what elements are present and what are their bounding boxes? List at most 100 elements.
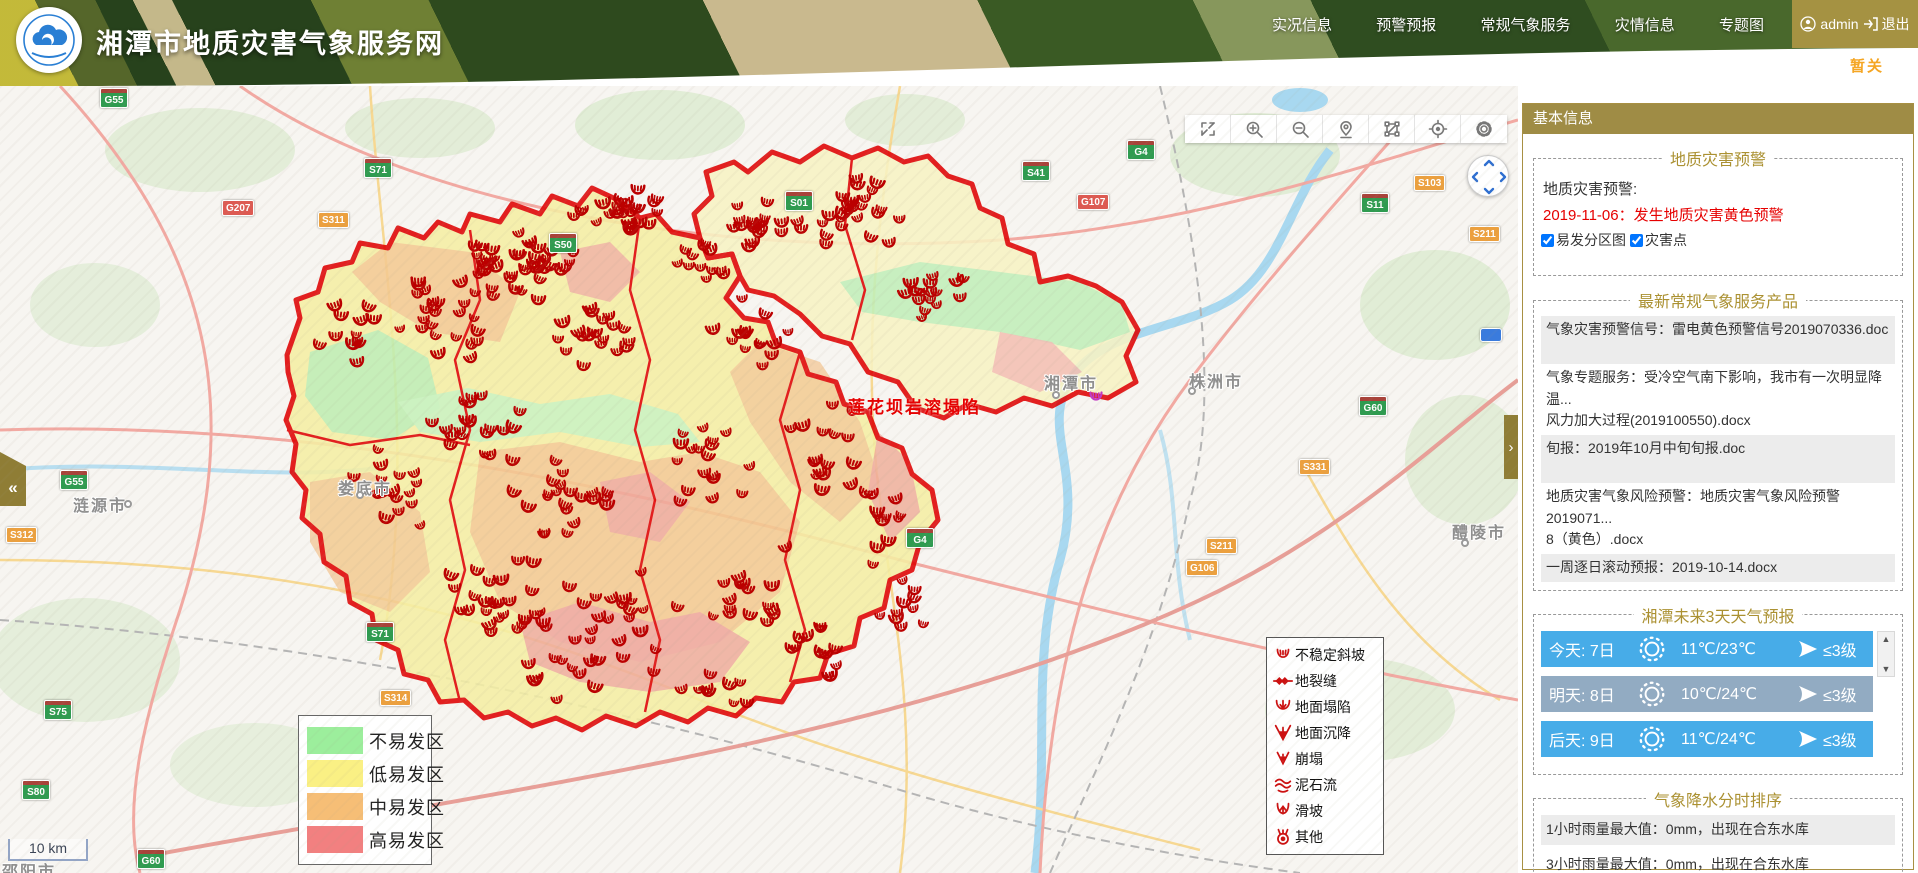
road-shield-S331: S331 xyxy=(1299,459,1330,475)
wind-direction-icon xyxy=(1797,729,1819,749)
draw-area-icon xyxy=(1382,119,1402,139)
zone-legend-row: 低易发区 xyxy=(307,757,423,790)
city-dot xyxy=(1188,387,1196,395)
city-dot xyxy=(124,500,132,508)
road-shield-S11: S11 xyxy=(1361,193,1389,213)
hazard-legend-row: 地裂缝 xyxy=(1271,668,1379,694)
product-item[interactable]: 气象灾害预警信号：雷电黄色预警信号2019070336.doc xyxy=(1541,316,1895,364)
ground-subsidence-icon xyxy=(1271,721,1295,745)
zone-label: 高易发区 xyxy=(369,827,445,853)
forecast-temp: 11℃/24℃ xyxy=(1681,729,1797,749)
product-item[interactable]: 气象专题服务：受冷空气南下影响，我市有一次明显降温...风力加大过程(20191… xyxy=(1541,364,1895,435)
road-shield-G106: G106 xyxy=(1186,560,1218,576)
tool-draw-area-button[interactable] xyxy=(1369,115,1415,143)
rainfall-list: 1小时雨量最大值：0mm，出现在合东水库 3小时雨量最大值：0mm，出现在合东水库… xyxy=(1541,815,1895,873)
forecast-row[interactable]: 后天: 9日11℃/24℃≤3级 xyxy=(1541,721,1873,757)
road-shield-S71: S71 xyxy=(366,622,394,642)
forecast-weather-icon xyxy=(1637,724,1681,754)
checkbox-label: 易发分区图 xyxy=(1556,230,1626,250)
my-location-icon xyxy=(1428,119,1448,139)
nav-item-2[interactable]: 常规气象服务 xyxy=(1480,14,1570,35)
rainfall-item: 3小时雨量最大值：0mm，出现在合东水库 xyxy=(1541,850,1895,873)
geo-warning-panel-title: 地质灾害预警 xyxy=(1662,146,1774,170)
logout-icon xyxy=(1863,17,1878,31)
hazard-type-legend: 不稳定斜坡地裂缝地面塌陷地面沉降崩塌泥石流滑坡其他 xyxy=(1266,637,1384,855)
zone-legend-row: 中易发区 xyxy=(307,790,423,823)
hazard-legend-row: 滑坡 xyxy=(1271,798,1379,824)
tool-zoom-in-button[interactable] xyxy=(1231,115,1277,143)
user-menu[interactable]: admin 退出 xyxy=(1792,0,1918,48)
forecast-scrollbar[interactable]: ▲▼ xyxy=(1877,631,1895,677)
road-shield-G55: G55 xyxy=(100,88,128,108)
road-shield-G55: G55 xyxy=(60,470,88,490)
nav-item-3[interactable]: 灾情信息 xyxy=(1615,14,1675,35)
forecast-weather-icon xyxy=(1637,679,1681,709)
layer-checkboxes: 易发分区图灾害点 xyxy=(1541,228,1895,252)
road-shield-G4: G4 xyxy=(906,528,934,548)
sunny-icon xyxy=(1637,634,1667,664)
notice-ticker: 暂关 xyxy=(1850,55,1884,76)
hazard-legend-row: 地面沉降 xyxy=(1271,720,1379,746)
road-shield-S211: S211 xyxy=(1206,538,1237,554)
user-icon xyxy=(1800,16,1816,32)
hazard-label: 地面沉降 xyxy=(1295,723,1351,743)
nav-item-1[interactable]: 预警预报 xyxy=(1376,14,1436,35)
risk-zone-overlay xyxy=(286,146,1138,730)
tool-my-location-button[interactable] xyxy=(1415,115,1461,143)
map-canvas[interactable]: 莲花坝岩溶塌陷 涟源市娄底市湘潭市株洲市醴陵市邵阳市 G55G207S311S7… xyxy=(0,86,1518,873)
zone-legend-row: 高易发区 xyxy=(307,823,423,856)
product-item-text: 旬报：2019年10月中旬旬报.doc xyxy=(1546,438,1890,460)
products-panel: 最新常规气象服务产品 气象灾害预警信号：雷电黄色预警信号2019070336.d… xyxy=(1533,288,1903,591)
checkbox-input[interactable] xyxy=(1541,234,1554,247)
tool-settings-button[interactable] xyxy=(1461,115,1507,143)
logout-button[interactable]: 退出 xyxy=(1882,14,1910,34)
forecast-weather-icon xyxy=(1637,634,1681,664)
tool-zoom-out-button[interactable] xyxy=(1277,115,1323,143)
fullscreen-icon xyxy=(1198,119,1218,139)
checkbox-易发分区图[interactable]: 易发分区图 xyxy=(1541,230,1626,250)
tool-locate-pin-button[interactable] xyxy=(1323,115,1369,143)
product-item[interactable]: 一周逐日滚动预报：2019-10-14.docx xyxy=(1541,554,1895,582)
username: admin xyxy=(1820,16,1858,32)
scroll-up-arrow[interactable]: ▲ xyxy=(1882,634,1891,644)
city-label-醴陵市: 醴陵市 xyxy=(1452,519,1506,543)
pan-arrows-icon xyxy=(1468,156,1510,198)
product-item[interactable]: 地质灾害气象风险预警：地质灾害气象风险预警2019071...8（黄色）.doc… xyxy=(1541,483,1895,554)
forecast-wind: ≤3级 xyxy=(1797,682,1857,706)
cloud-logo-icon xyxy=(22,13,76,67)
hazard-label: 不稳定斜坡 xyxy=(1295,645,1365,665)
product-item-text: 地质灾害气象风险预警：地质灾害气象风险预警2019071... xyxy=(1546,486,1890,529)
road-shield-G107: G107 xyxy=(1077,194,1109,210)
checkbox-input[interactable] xyxy=(1630,234,1643,247)
wind-direction-icon xyxy=(1797,684,1819,704)
forecast-rows: 今天: 7日11℃/23℃≤3级明天: 8日10℃/24℃≤3级后天: 9日11… xyxy=(1541,631,1895,757)
checkbox-灾害点[interactable]: 灾害点 xyxy=(1630,230,1687,250)
forecast-wind: ≤3级 xyxy=(1797,637,1857,661)
hazard-legend-row: 其他 xyxy=(1271,824,1379,850)
ground-collapse-icon xyxy=(1271,695,1295,719)
zone-label: 低易发区 xyxy=(369,761,445,787)
collapse-right-panel-button[interactable]: › xyxy=(1504,415,1518,479)
nav-item-0[interactable]: 实况信息 xyxy=(1272,14,1332,35)
city-dot xyxy=(1052,391,1060,399)
road-shield-S80: S80 xyxy=(22,780,50,800)
rainfall-item: 1小时雨量最大值：0mm，出现在合东水库 xyxy=(1541,815,1895,845)
city-dot xyxy=(356,491,364,499)
zoom-out-icon xyxy=(1290,119,1310,139)
sunny-icon xyxy=(1637,679,1667,709)
nav-item-4[interactable]: 专题图 xyxy=(1719,14,1764,35)
forecast-temp: 11℃/23℃ xyxy=(1681,639,1797,659)
scroll-down-arrow[interactable]: ▼ xyxy=(1882,664,1891,674)
zone-swatch xyxy=(307,727,363,754)
map-pan-control[interactable] xyxy=(1467,155,1509,197)
hazard-label: 地面塌陷 xyxy=(1295,697,1351,717)
forecast-row[interactable]: 今天: 7日11℃/23℃≤3级 xyxy=(1541,631,1873,667)
map-poi-marker xyxy=(1480,328,1502,342)
road-shield-S314: S314 xyxy=(380,690,411,706)
zone-swatch xyxy=(307,793,363,820)
product-item[interactable]: 旬报：2019年10月中旬旬报.doc xyxy=(1541,435,1895,483)
tool-fullscreen-button[interactable] xyxy=(1185,115,1231,143)
zone-label: 中易发区 xyxy=(369,794,445,820)
forecast-row[interactable]: 明天: 8日10℃/24℃≤3级 xyxy=(1541,676,1873,712)
geo-warning-panel: 地质灾害预警 地质灾害预警: 2019-11-06：发生地质灾害黄色预警 易发分… xyxy=(1533,146,1903,276)
